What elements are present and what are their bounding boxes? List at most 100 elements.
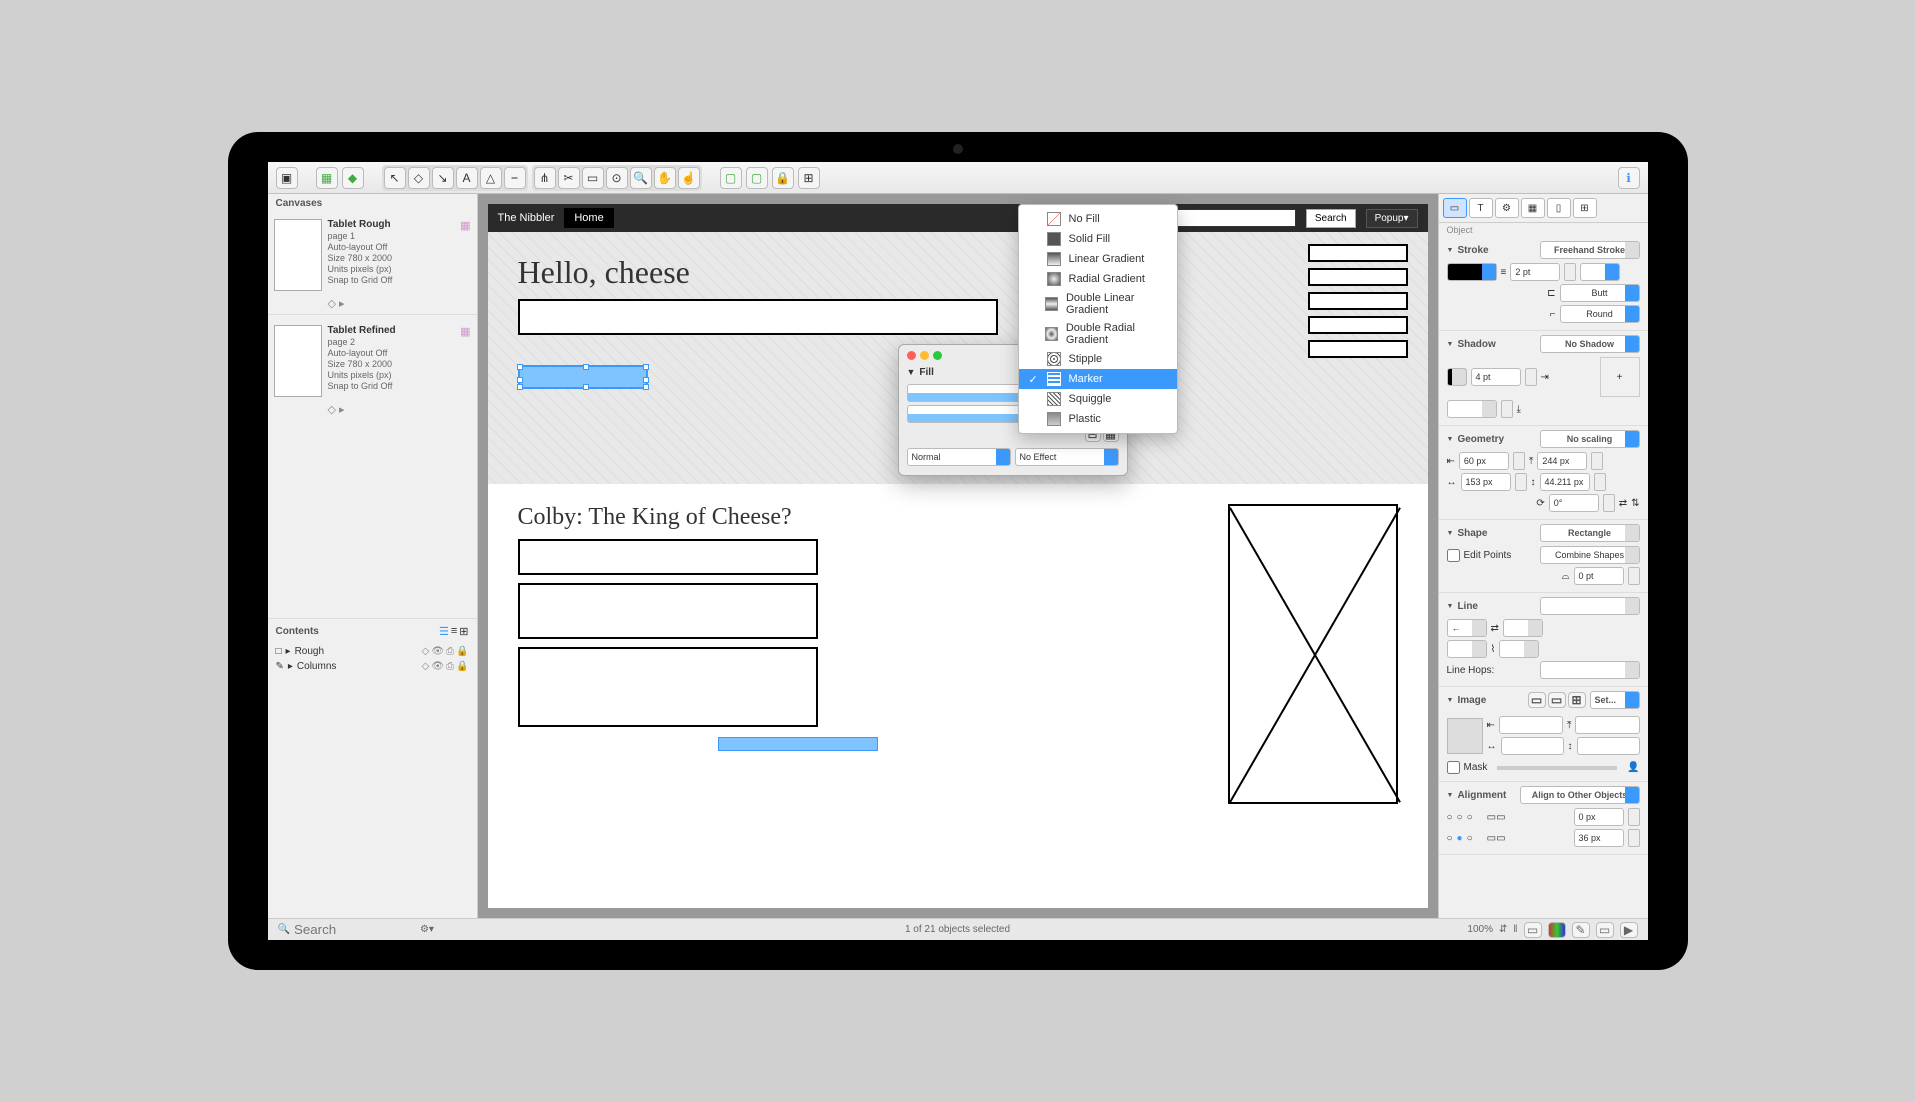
align-bottom-icon[interactable]: ○ — [1467, 833, 1473, 844]
layer-row[interactable]: ✎ ▸Columns ◇👁⎙🔒 — [276, 659, 469, 674]
opacity-slider[interactable] — [1497, 766, 1617, 770]
menu-item-no-fill[interactable]: No Fill — [1019, 209, 1177, 229]
align-top-icon[interactable]: ○ — [1447, 833, 1453, 844]
zoom-icon[interactable] — [933, 351, 942, 360]
menu-item-stipple[interactable]: Stipple — [1019, 349, 1177, 369]
scaling-select[interactable]: No scaling — [1540, 430, 1640, 448]
new-canvas-icon[interactable]: ▦ — [316, 167, 338, 189]
presentation-icon[interactable]: ▶ — [1620, 922, 1638, 938]
layer-row[interactable]: □ ▸Rough ◇👁⎙🔒 — [276, 644, 469, 659]
point-tool-icon[interactable]: ☝ — [678, 167, 700, 189]
menu-item-squiggle[interactable]: Squiggle — [1019, 389, 1177, 409]
align-middle-icon[interactable]: ● — [1457, 833, 1463, 844]
menu-item-double-radial[interactable]: Double Radial Gradient — [1019, 319, 1177, 349]
line-join-select[interactable]: Round — [1560, 305, 1640, 323]
shadow-offset-input[interactable]: 4 pt — [1471, 368, 1521, 386]
flip-h-icon[interactable]: ⇄ — [1619, 498, 1627, 509]
style-2-icon[interactable] — [1548, 922, 1566, 938]
stamp-tool-icon[interactable]: ▭ — [582, 167, 604, 189]
arrow-end[interactable] — [1503, 619, 1543, 637]
image-tile-icon[interactable]: ⊞ — [1568, 692, 1586, 708]
menu-item-double-linear[interactable]: Double Linear Gradient — [1019, 289, 1177, 319]
image-set-button[interactable]: Set... — [1590, 691, 1640, 709]
align-mode-select[interactable]: Align to Other Objects — [1520, 786, 1640, 804]
canvas-item[interactable]: Tablet Rough page 1 Auto-layout Off Size… — [268, 213, 477, 297]
text-tool-icon[interactable]: A — [456, 167, 478, 189]
magnify-tool-icon[interactable]: 🔍 — [630, 167, 652, 189]
y-input[interactable]: 244 px — [1537, 452, 1587, 470]
inspector-tab-canvas[interactable]: ▦ — [1521, 198, 1545, 218]
add-shape-icon[interactable]: ◆ — [342, 167, 364, 189]
align-center-icon[interactable]: ○ — [1457, 812, 1463, 823]
edit-points-checkbox[interactable] — [1447, 549, 1460, 562]
dist-v-icon[interactable]: ▭▭ — [1487, 833, 1506, 844]
align-left-icon[interactable]: ○ — [1447, 812, 1453, 823]
master-icon[interactable]: ▦ — [460, 325, 470, 397]
line-style-select[interactable] — [1540, 597, 1640, 615]
menu-item-plastic[interactable]: Plastic — [1019, 409, 1177, 429]
align-right-icon[interactable]: ○ — [1467, 812, 1473, 823]
search-input[interactable] — [294, 922, 414, 937]
zoom-tool-icon[interactable]: ⊙ — [606, 167, 628, 189]
menu-item-linear-gradient[interactable]: Linear Gradient — [1019, 249, 1177, 269]
view-list-icon[interactable]: ☰ — [439, 625, 449, 638]
stroke-style-icon[interactable]: ≡ — [1501, 267, 1507, 278]
radius-input[interactable]: 0 pt — [1574, 567, 1624, 585]
arrow-start[interactable]: ← — [1447, 619, 1487, 637]
gap-h-input[interactable]: 0 px — [1574, 808, 1624, 826]
inspector-tab-stencils[interactable]: ⊞ — [1573, 198, 1597, 218]
rotation-input[interactable]: 0° — [1549, 494, 1599, 512]
gear-icon[interactable]: ⚙▾ — [420, 924, 434, 935]
line-curve-1[interactable] — [1447, 640, 1487, 658]
h-input[interactable]: 44.211 px — [1540, 473, 1590, 491]
canvas[interactable]: The Nibbler Home Search Popup▾ Hello, ch… — [478, 194, 1438, 918]
bring-front-icon[interactable]: ▢ — [720, 167, 742, 189]
combine-select[interactable]: Combine Shapes — [1540, 546, 1640, 564]
zoom-stepper-icon[interactable]: ⇵ — [1499, 924, 1507, 935]
image-fill-icon[interactable]: ▭ — [1548, 692, 1566, 708]
stroke-color[interactable] — [1447, 263, 1497, 281]
close-icon[interactable] — [907, 351, 916, 360]
flip-v-icon[interactable]: ⇅ — [1631, 498, 1639, 509]
hand-tool-icon[interactable]: ✋ — [654, 167, 676, 189]
menu-item-marker[interactable]: ✓Marker — [1019, 369, 1177, 389]
line-hops-select[interactable] — [1540, 661, 1640, 679]
line-tool-icon[interactable]: △ — [480, 167, 502, 189]
style-3-icon[interactable]: ✎ — [1572, 922, 1590, 938]
shadow-color[interactable] — [1447, 368, 1467, 386]
inspector-tab-properties[interactable]: ⚙ — [1495, 198, 1519, 218]
inspector-tab-text[interactable]: T — [1469, 198, 1493, 218]
info-icon[interactable]: ℹ — [1618, 167, 1640, 189]
inspector-tab-document[interactable]: ▯ — [1547, 198, 1571, 218]
shadow-type-select[interactable]: No Shadow — [1540, 335, 1640, 353]
image-well[interactable] — [1447, 718, 1483, 754]
stroke-dash[interactable] — [1580, 263, 1620, 281]
x-input[interactable]: 60 px — [1459, 452, 1509, 470]
scissors-tool-icon[interactable]: ✂ — [558, 167, 580, 189]
mask-checkbox[interactable] — [1447, 761, 1460, 774]
view-grid-icon[interactable]: ⊞ — [459, 625, 468, 638]
menu-item-solid-fill[interactable]: Solid Fill — [1019, 229, 1177, 249]
image-fit-icon[interactable]: ▭ — [1528, 692, 1546, 708]
blend-mode-select[interactable]: Normal — [907, 448, 1011, 466]
selected-shape[interactable] — [518, 365, 648, 389]
lock-icon[interactable]: 🔒 — [772, 167, 794, 189]
view-outline-icon[interactable]: ≡ — [451, 625, 457, 638]
line-curve-2[interactable] — [1499, 640, 1539, 658]
inspector-tab-object[interactable]: ▭ — [1443, 198, 1467, 218]
shadow-preview[interactable]: + — [1600, 357, 1640, 397]
send-back-icon[interactable]: ▢ — [746, 167, 768, 189]
shape-type-select[interactable]: Rectangle — [1540, 524, 1640, 542]
gap-v-input[interactable]: 36 px — [1574, 829, 1624, 847]
node-tool-icon[interactable]: ⋔ — [534, 167, 556, 189]
connector-tool-icon[interactable]: ⎯ — [504, 167, 526, 189]
menu-item-radial-gradient[interactable]: Radial Gradient — [1019, 269, 1177, 289]
stepper[interactable] — [1564, 263, 1576, 281]
line-swap-icon[interactable]: ⇄ — [1491, 623, 1499, 634]
line-cap-select[interactable]: Butt — [1560, 284, 1640, 302]
stroke-width-input[interactable]: 2 pt — [1510, 263, 1560, 281]
shadow-blur[interactable] — [1447, 400, 1497, 418]
pen-tool-icon[interactable]: ↘ — [432, 167, 454, 189]
panel-toggle-icon[interactable]: ▣ — [276, 167, 298, 189]
w-input[interactable]: 153 px — [1461, 473, 1511, 491]
